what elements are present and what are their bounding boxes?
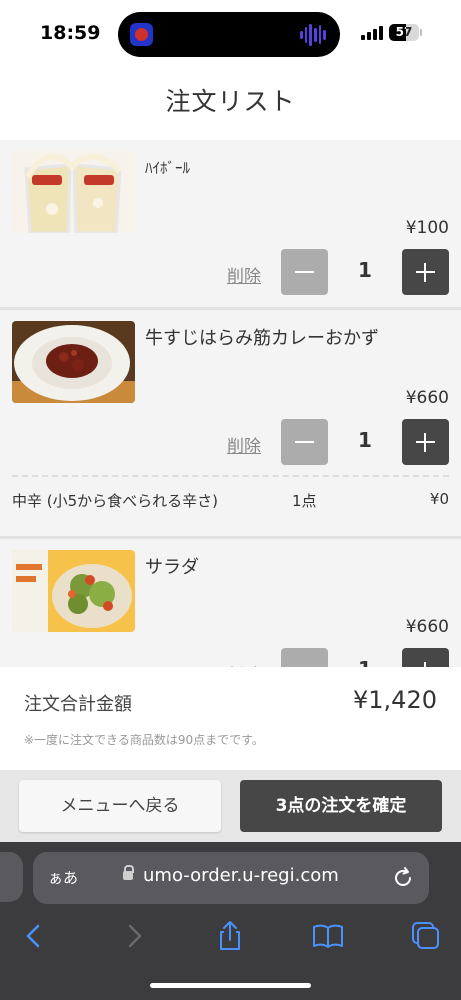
item-price: ¥100 <box>405 218 449 238</box>
increase-quantity-button[interactable] <box>402 249 449 295</box>
order-limit-note: ※一度に注文できる商品数は90点までです。 <box>24 733 264 747</box>
total-label: 注文合計金額 <box>24 694 132 715</box>
cart-item: ﾊｲﾎﾞｰﾙ ¥100 削除 1 <box>0 140 461 310</box>
option-row: 中辛 (小5から食べられる辛さ) 1点 ¥0 <box>12 490 449 514</box>
delete-link[interactable]: 削除 <box>227 432 261 457</box>
salad-image[interactable] <box>12 550 135 632</box>
clock: 18:59 <box>40 22 101 44</box>
option-divider <box>12 475 449 477</box>
back-to-menu-button[interactable]: メニューへ戻る <box>19 780 221 832</box>
delete-link[interactable]: 削除 <box>227 262 261 287</box>
home-indicator <box>150 983 311 988</box>
item-name: サラダ <box>145 557 199 578</box>
beef-curry-image[interactable] <box>12 321 135 403</box>
reload-icon[interactable] <box>391 866 415 890</box>
page-title: 注文リスト <box>165 87 296 116</box>
option-price: ¥0 <box>429 490 449 508</box>
cart-item: 牛すじはらみ筋カレーおかず ¥660 削除 1 中辛 (小5から食べられる辛さ)… <box>0 310 461 539</box>
item-price: ¥660 <box>405 388 449 408</box>
status-bar: 18:59 57 <box>0 0 461 66</box>
increase-quantity-button[interactable] <box>402 419 449 465</box>
cellular-signal-icon <box>361 26 383 40</box>
audio-wave-icon <box>300 23 327 46</box>
decrease-quantity-button[interactable] <box>281 419 328 465</box>
tabs-icon[interactable] <box>409 919 443 953</box>
previous-tab[interactable] <box>0 852 23 902</box>
highball-image[interactable] <box>12 151 135 233</box>
battery-level: 57 <box>395 25 413 39</box>
battery-icon: 57 <box>389 24 419 41</box>
page-header: 注文リスト <box>0 66 461 140</box>
item-name: 牛すじはらみ筋カレーおかず <box>145 328 379 349</box>
action-bar: メニューへ戻る 3点の注文を確定 <box>0 770 461 842</box>
address-bar[interactable]: ぁあ umo-order.u-regi.com <box>33 852 429 904</box>
total-amount: ¥1,420 <box>353 686 437 714</box>
battery-tip <box>420 29 422 36</box>
url-text: umo-order.u-regi.com <box>143 865 339 886</box>
option-name: 中辛 (小5から食べられる辛さ) <box>12 492 219 510</box>
browser-chrome: ぁあ umo-order.u-regi.com <box>0 842 461 1000</box>
dynamic-island <box>118 12 340 57</box>
decrease-quantity-button[interactable] <box>281 249 328 295</box>
option-count: 1点 <box>292 492 317 510</box>
item-price: ¥660 <box>405 617 449 637</box>
bookmarks-icon[interactable] <box>311 919 345 953</box>
share-icon[interactable] <box>213 919 247 953</box>
quantity-value: 1 <box>358 428 372 452</box>
item-name: ﾊｲﾎﾞｰﾙ <box>145 159 191 177</box>
lock-icon <box>123 865 134 880</box>
confirm-order-button[interactable]: 3点の注文を確定 <box>240 780 442 832</box>
order-summary: 注文合計金額 ¥1,420 ※一度に注文できる商品数は90点までです。 <box>0 667 461 770</box>
back-arrow-icon[interactable] <box>17 919 51 953</box>
now-playing-app-icon <box>130 23 153 46</box>
forward-arrow-icon[interactable] <box>117 919 151 953</box>
page-settings-button[interactable]: ぁあ <box>48 867 78 888</box>
quantity-value: 1 <box>358 258 372 282</box>
